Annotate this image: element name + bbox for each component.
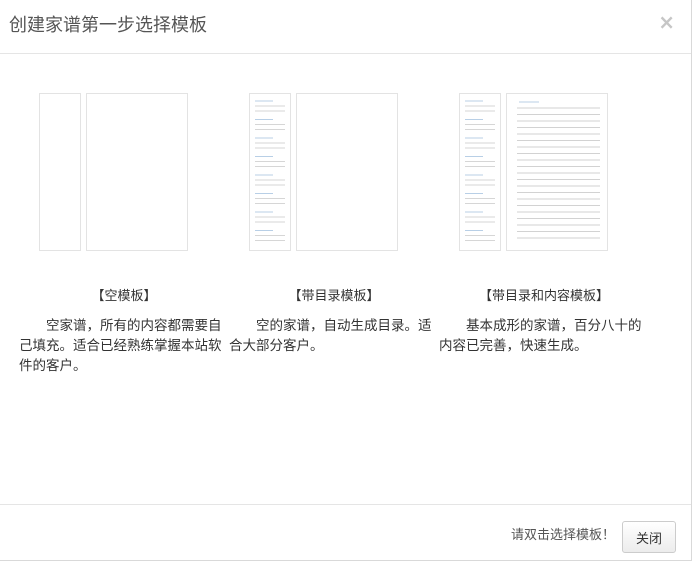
blank-template-thumbnail-icon xyxy=(39,92,191,252)
template-description: 空家谱，所有的内容都需要自己填充。适合已经熟练掌握本站软件的客户。 xyxy=(19,318,222,374)
template-description: 基本成形的家谱，百分八十的内容已完善，快速生成。 xyxy=(439,318,642,354)
template-option-toc[interactable]: 【带目录模板】 空的家谱，自动生成目录。适合大部分客户。 xyxy=(229,54,439,494)
template-name: 【带目录模板】 xyxy=(288,289,380,304)
template-option-blank[interactable]: 【空模板】 空家谱，所有的内容都需要自己填充。适合已经熟练掌握本站软件的客户。 xyxy=(19,54,229,494)
toc-template-thumbnail-icon xyxy=(249,92,401,252)
close-icon[interactable]: × xyxy=(658,10,675,34)
template-name: 【空模板】 xyxy=(91,289,157,304)
dialog-title: 创建家谱第一步选择模板 xyxy=(9,15,207,36)
toc-content-template-thumbnail-icon xyxy=(459,92,611,252)
close-button[interactable]: 关闭 xyxy=(622,521,676,553)
template-name: 【带目录和内容模板】 xyxy=(478,289,609,304)
template-option-toc-content[interactable]: 【带目录和内容模板】 基本成形的家谱，百分八十的内容已完善，快速生成。 xyxy=(439,54,649,494)
double-click-hint: 请双击选择模板！ xyxy=(510,528,615,543)
dialog-header: 创建家谱第一步选择模板 × xyxy=(0,0,691,54)
create-genealogy-dialog: 创建家谱第一步选择模板 × 【空模板】 空家谱，所有的内容都需要自己填充。适合已… xyxy=(0,0,692,561)
dialog-footer: 请双击选择模板！ 关闭 xyxy=(0,504,691,561)
template-description: 空的家谱，自动生成目录。适合大部分客户。 xyxy=(229,318,432,354)
template-list: 【空模板】 空家谱，所有的内容都需要自己填充。适合已经熟练掌握本站软件的客户。 … xyxy=(0,54,691,504)
